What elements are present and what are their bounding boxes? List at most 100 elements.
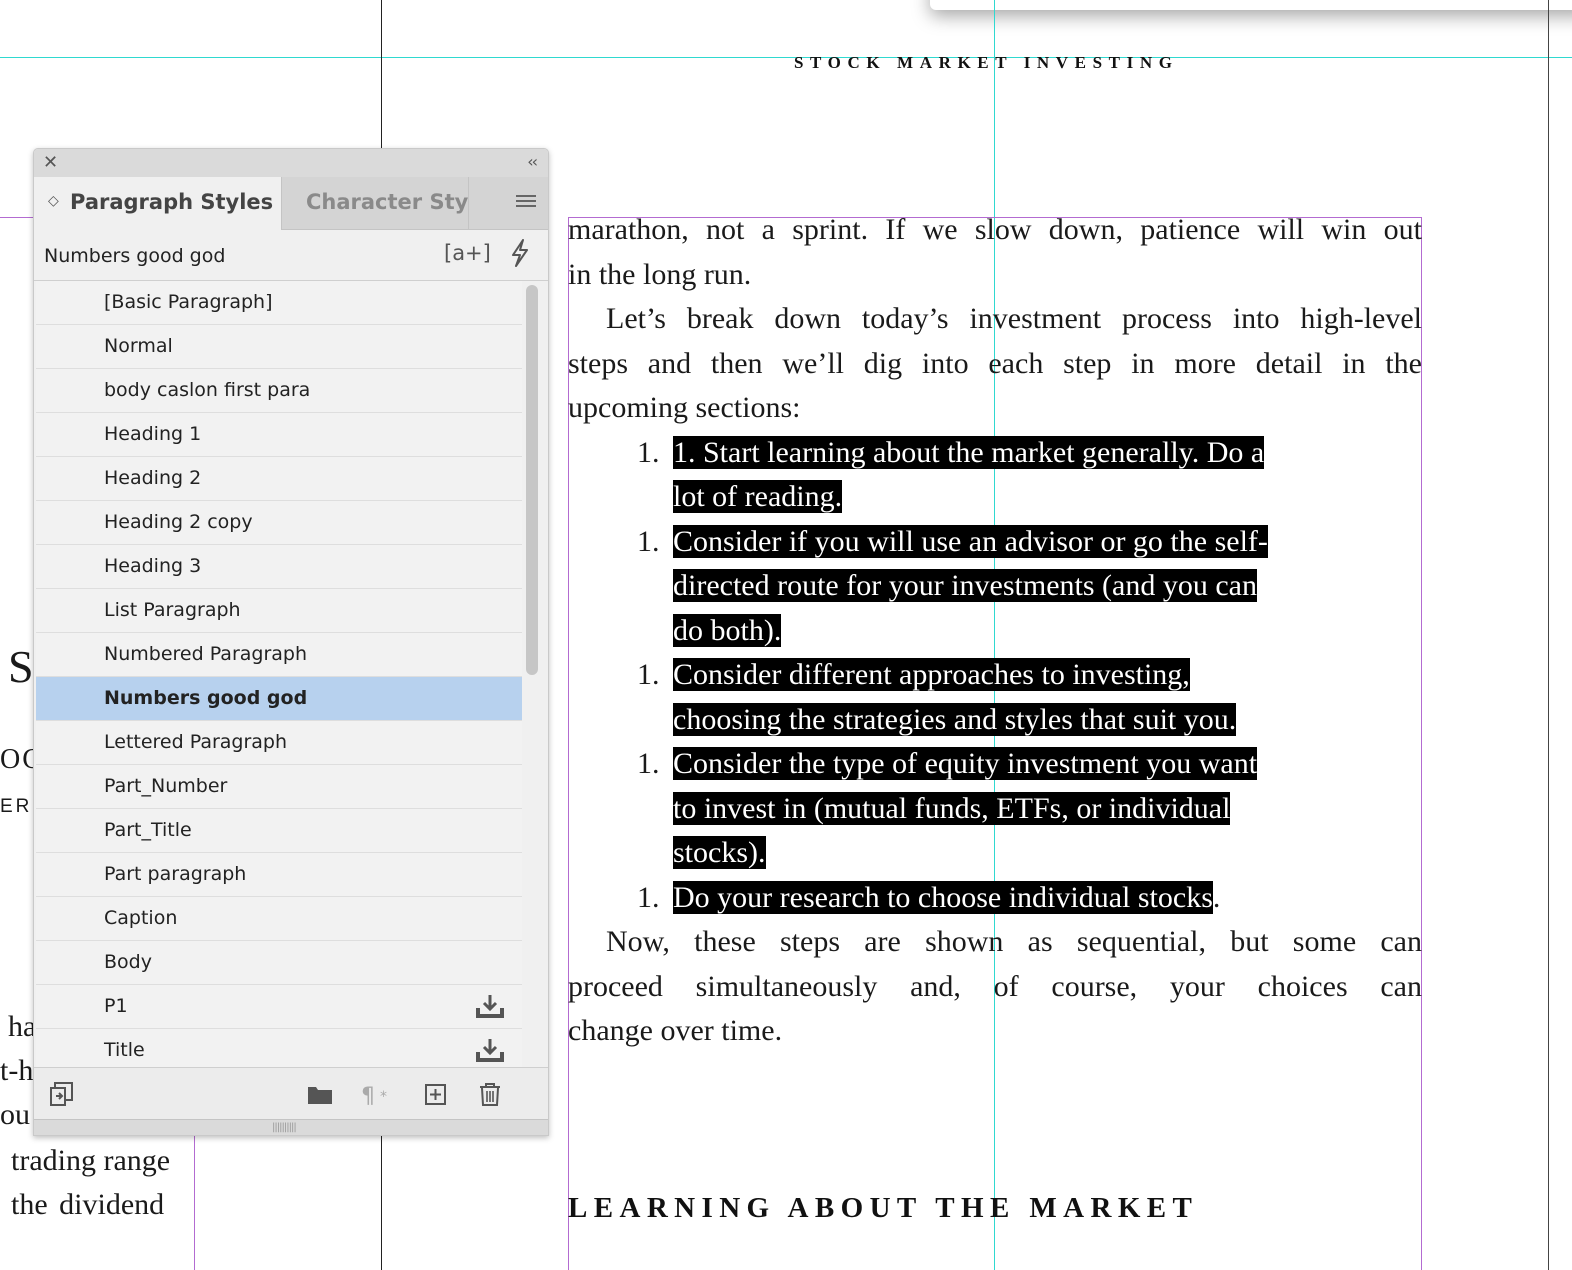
left-page-fragment: t-h [0, 1054, 34, 1087]
current-style-name: Numbers good god [44, 245, 226, 267]
left-page-fragment: the dividend [11, 1188, 165, 1221]
panel-resize-grip[interactable]: |||||||||| [34, 1119, 548, 1135]
close-icon[interactable]: ✕ [43, 152, 58, 173]
list-item-line[interactable]: directed route for your investments (and… [673, 564, 1257, 609]
style-list-item[interactable]: Heading 2 [36, 457, 522, 501]
style-name: Part_Number [104, 775, 228, 797]
style-list-item[interactable]: Heading 3 [36, 545, 522, 589]
left-page-top-margin [0, 217, 34, 218]
style-list-item[interactable]: Part paragraph [36, 853, 522, 897]
selected-text[interactable]: do both). [673, 613, 782, 647]
selected-text[interactable]: lot of reading. [673, 480, 843, 513]
panel-menu-icon[interactable] [516, 195, 536, 209]
left-page-fragment: ou [0, 1098, 30, 1131]
style-name: Heading 1 [104, 423, 202, 445]
collapse-panel-icon[interactable]: ‹‹ [527, 152, 538, 171]
body-line[interactable]: in the long run. [568, 253, 1422, 298]
list-item-line[interactable]: lot of reading. [673, 475, 843, 520]
list-item-line[interactable]: Consider the type of equity investment y… [673, 742, 1258, 787]
list-item-line[interactable]: Consider different approaches to investi… [673, 653, 1190, 698]
folder-icon[interactable] [306, 1080, 334, 1108]
paragraph-styles-panel[interactable]: ✕ ‹‹ ◇ Paragraph Styles Character Styles… [33, 148, 549, 1136]
list-item-line[interactable]: do both). [673, 609, 782, 654]
list-item-line[interactable]: Do your research to choose individual st… [673, 876, 1220, 921]
style-list-item[interactable]: Heading 1 [36, 413, 522, 457]
panel-titlebar[interactable]: ✕ ‹‹ [34, 149, 548, 178]
style-list-item[interactable]: Numbered Paragraph [36, 633, 522, 677]
list-number: 1. [637, 880, 660, 914]
panel-tab-bar: ◇ Paragraph Styles Character Styles [34, 177, 548, 230]
body-line[interactable]: Now, these steps are shown as sequential… [606, 920, 1422, 965]
list-item-line[interactable]: to invest in (mutual funds, ETFs, or ind… [673, 787, 1231, 832]
list-item-period[interactable]: . [1213, 881, 1221, 914]
left-page-fragment: ER [0, 796, 33, 817]
scrollbar[interactable] [522, 281, 546, 1067]
style-list[interactable]: [Basic Paragraph] Normal body caslon first… [36, 281, 522, 1067]
running-head: STOCK MARKET INVESTING [794, 53, 1179, 72]
left-page-fragment: S [8, 641, 34, 692]
style-list-item[interactable]: Part_Number [36, 765, 522, 809]
selected-text[interactable]: Consider the type of equity investment y… [673, 747, 1258, 780]
new-style-icon[interactable] [422, 1080, 450, 1108]
list-item-line[interactable]: Consider if you will use an advisor or g… [673, 520, 1268, 565]
selected-text[interactable]: Do your research to choose individual st… [673, 880, 1213, 914]
svg-text:¶: ¶ [361, 1084, 375, 1108]
section-heading[interactable]: LEARNING ABOUT THE MARKET [568, 1192, 1198, 1225]
selected-text[interactable]: to invest in (mutual funds, ETFs, or ind… [673, 791, 1231, 825]
imported-style-icon [474, 994, 506, 1020]
tab-label: Character Styles [306, 190, 469, 214]
style-list-item[interactable]: P1 [36, 985, 522, 1029]
style-list-item[interactable]: body caslon first para [36, 369, 522, 413]
style-name: Heading 2 copy [104, 511, 253, 533]
body-line[interactable]: Let’s break down today’s investment proc… [606, 297, 1422, 342]
style-name: Part paragraph [104, 863, 247, 885]
style-name: Caption [104, 907, 178, 929]
style-list-item[interactable]: Heading 2 copy [36, 501, 522, 545]
selected-text[interactable]: stocks). [673, 836, 766, 869]
body-line[interactable]: change over time. [568, 1009, 1422, 1054]
selected-text[interactable]: 1. Start learning about the market gener… [673, 435, 1265, 469]
style-list-item[interactable]: List Paragraph [36, 589, 522, 633]
tab-paragraph-styles[interactable]: ◇ Paragraph Styles [34, 177, 282, 230]
body-line[interactable]: steps and then we’ll dig into each step … [568, 342, 1422, 387]
style-list-item[interactable]: Part_Title [36, 809, 522, 853]
style-name: body caslon first para [104, 379, 311, 401]
style-name: Body [104, 951, 152, 973]
style-name: Heading 2 [104, 467, 202, 489]
list-item-line[interactable]: stocks). [673, 831, 766, 876]
lightning-icon[interactable] [509, 239, 531, 273]
svg-text:*: * [380, 1089, 387, 1105]
style-list-item[interactable]: Title [36, 1029, 522, 1067]
style-list-item[interactable]: Caption [36, 897, 522, 941]
style-list-item[interactable]: Lettered Paragraph [36, 721, 522, 765]
style-list-item[interactable]: [Basic Paragraph] [36, 281, 522, 325]
selected-text[interactable]: directed route for your investments (and… [673, 569, 1257, 602]
selected-text[interactable]: Consider if you will use an advisor or g… [673, 524, 1268, 558]
body-line[interactable]: proceed simultaneously and, of course, y… [568, 965, 1422, 1010]
list-item-line[interactable]: choosing the strategies and styles that … [673, 698, 1237, 743]
style-name: [Basic Paragraph] [104, 291, 273, 313]
style-name: List Paragraph [104, 599, 241, 621]
floating-toolbar-shadow [930, 0, 1572, 10]
body-line[interactable]: upcoming sections: [568, 386, 1422, 431]
style-name: Numbered Paragraph [104, 643, 308, 665]
selected-text[interactable]: choosing the strategies and styles that … [673, 702, 1237, 736]
trash-icon[interactable] [476, 1080, 504, 1108]
scrollbar-thumb[interactable] [526, 285, 538, 675]
clear-overrides-icon[interactable]: ¶ * [360, 1080, 396, 1109]
list-item-line[interactable]: 1. Start learning about the market gener… [673, 431, 1265, 476]
imported-style-icon [474, 1038, 506, 1064]
selected-text[interactable]: Consider different approaches to investi… [673, 658, 1190, 691]
vertical-guide [994, 0, 995, 1270]
style-list-item[interactable]: Body [36, 941, 522, 985]
style-list-item[interactable]: Numbers good god [36, 677, 522, 721]
left-page-margin [194, 1134, 195, 1270]
body-line[interactable]: marathon, not a sprint. If we slow down,… [568, 208, 1422, 253]
tab-character-styles[interactable]: Character Styles [282, 177, 469, 229]
style-list-item[interactable]: Normal [36, 325, 522, 369]
grip-icon[interactable]: |||||||||| [272, 1122, 297, 1133]
style-override-icon[interactable]: [a+] [444, 241, 491, 265]
style-name: Heading 3 [104, 555, 202, 577]
list-number: 1. [637, 435, 660, 469]
load-styles-icon[interactable] [48, 1080, 76, 1108]
